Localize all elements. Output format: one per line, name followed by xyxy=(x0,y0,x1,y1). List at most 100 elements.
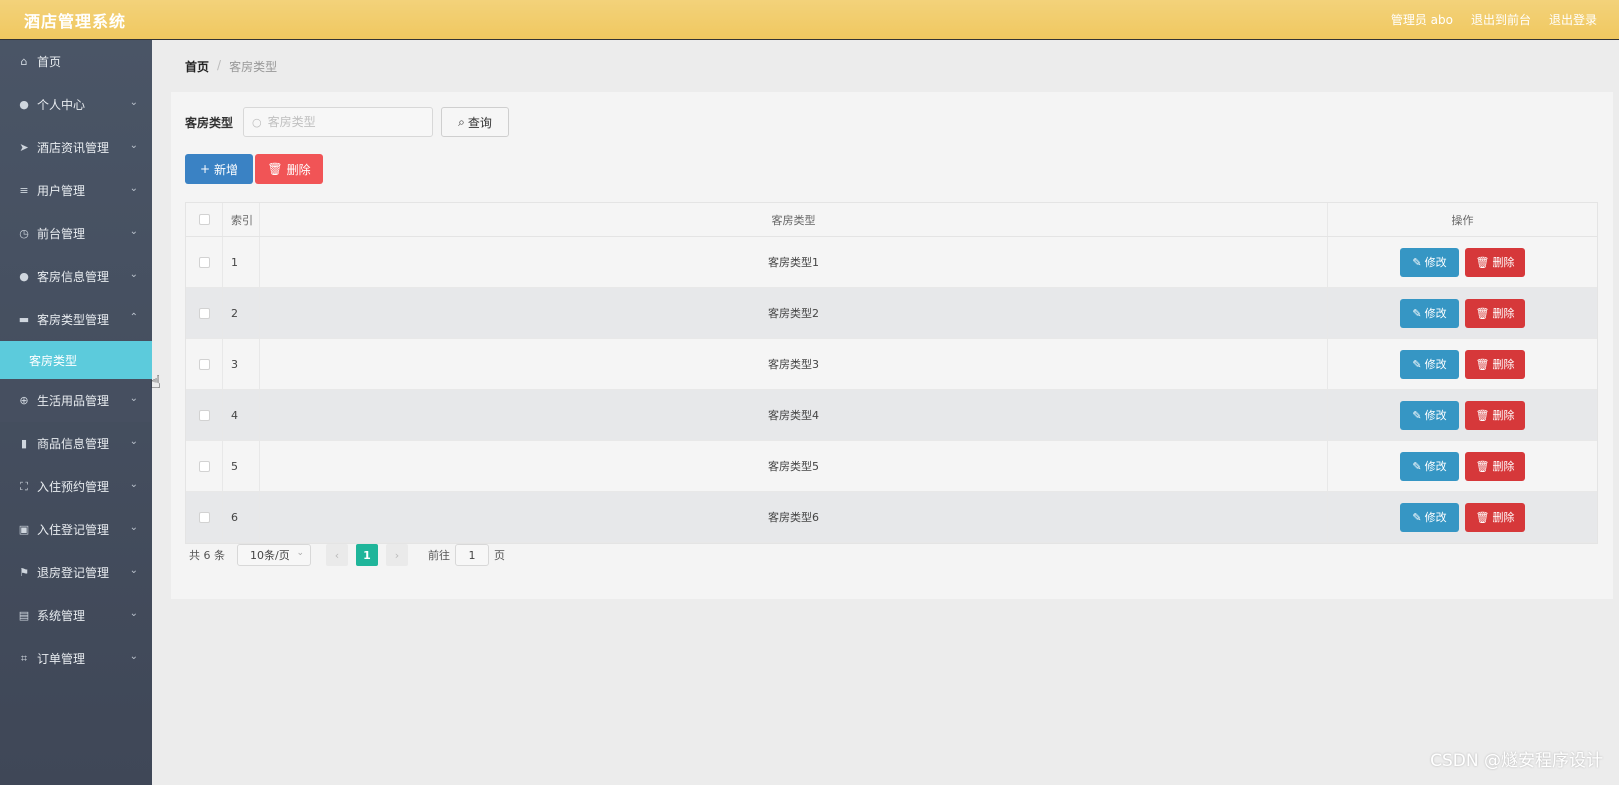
home-icon: ⌂ xyxy=(20,55,28,68)
chevron-down-icon: ⌄ xyxy=(129,565,138,576)
header-room-type: 客房类型 xyxy=(260,203,1328,236)
edit-icon: ✎ xyxy=(1412,408,1422,422)
sidebar-item-0[interactable]: ⌂ 首页 xyxy=(0,40,152,83)
select-all-cell xyxy=(186,203,223,236)
row-room-type: 客房类型5 xyxy=(260,441,1328,491)
sidebar-item-6[interactable]: ⌗ 订单管理 ⌄ xyxy=(0,637,152,680)
row-index: 5 xyxy=(223,441,260,491)
printer-icon: ▬ xyxy=(18,313,30,326)
sidebar-item-4[interactable]: ◷ 前台管理 ⌄ xyxy=(0,212,152,255)
chevron-down-icon: ⌄ xyxy=(129,608,138,619)
trash-icon: 🗑 xyxy=(1475,510,1490,524)
prev-page-button[interactable]: ‹ xyxy=(326,544,348,566)
pagination: 共 6 条 10条/页 ⌄ ‹ 1 › 前往 页 xyxy=(189,544,505,566)
breadcrumb-separator: / xyxy=(217,58,222,72)
breadcrumb: 首页 / 客房类型 xyxy=(185,58,277,75)
sidebar-item-label: 退房登记管理 xyxy=(37,566,110,580)
sidebar-item-6[interactable]: ▬ 客房类型管理 ⌃ xyxy=(0,298,152,341)
chevron-down-icon: ⌄ xyxy=(129,183,138,194)
sidebar-item-5[interactable]: ● 客房信息管理 ⌄ xyxy=(0,255,152,298)
edit-button[interactable]: ✎ 修改 xyxy=(1400,451,1459,481)
sidebar-item-label: 客房信息管理 xyxy=(37,270,110,284)
chevron-down-icon: ⌄ xyxy=(129,97,138,108)
row-checkbox[interactable] xyxy=(198,511,210,523)
hand-cursor-icon: ☝ xyxy=(150,372,161,393)
main-content: 首页 / 客房类型 客房类型 ○ ⌕ 查询 + 新增 🗑 删除 xyxy=(152,40,1619,785)
sidebar: ⌂ 首页 ● 个人中心 ⌄ ➤ 酒店资讯管理 ⌄ ≡ 用户管理 ⌄ ◷ 前台管理 ⌄ ● 客房信息管理 ⌄ ▬ 客房… xyxy=(0,40,152,785)
delete-button[interactable]: 🗑 删除 xyxy=(1465,298,1525,328)
row-checkbox[interactable] xyxy=(198,460,210,472)
query-button-label: 查询 xyxy=(467,115,492,130)
delete-button[interactable]: 🗑 删除 xyxy=(1465,247,1525,277)
sidebar-item-3[interactable]: ▣ 入住登记管理 ⌄ xyxy=(0,508,152,551)
chevron-down-icon: ⌄ xyxy=(129,140,138,151)
table-header: 索引 客房类型 操作 xyxy=(186,203,1597,237)
row-ops: ✎ 修改 🗑 删除 xyxy=(1328,237,1597,287)
delete-button[interactable]: 🗑 删除 xyxy=(1465,349,1525,379)
chevron-down-icon: ⌄ xyxy=(129,393,138,404)
goto-page: 前往 页 xyxy=(428,544,505,566)
chevron-down-icon: ⌄ xyxy=(296,548,304,558)
sidebar-item-label: 商品信息管理 xyxy=(37,437,110,451)
search-row: 客房类型 ○ ⌕ 查询 xyxy=(185,107,510,137)
row-ops: ✎ 修改 🗑 删除 xyxy=(1328,288,1597,338)
row-room-type: 客房类型2 xyxy=(260,288,1328,338)
add-button[interactable]: + 新增 xyxy=(185,154,253,184)
edit-button[interactable]: ✎ 修改 xyxy=(1400,400,1459,430)
sidebar-item-1[interactable]: ▮ 商品信息管理 ⌄ xyxy=(0,422,152,465)
batch-delete-button[interactable]: 🗑 删除 xyxy=(255,154,323,184)
sidebar-item-5[interactable]: ▤ 系统管理 ⌄ xyxy=(0,594,152,637)
row-checkbox[interactable] xyxy=(198,256,210,268)
row-ops: ✎ 修改 🗑 删除 xyxy=(1328,390,1597,440)
chevron-up-icon: ⌃ xyxy=(129,312,138,323)
admin-user-link[interactable]: 管理员 abo xyxy=(1391,11,1453,28)
add-button-label: 新增 xyxy=(214,162,239,177)
sidebar-item-2[interactable]: ➤ 酒店资讯管理 ⌄ xyxy=(0,126,152,169)
search-label: 客房类型 xyxy=(185,115,234,130)
delete-button[interactable]: 🗑 删除 xyxy=(1465,400,1525,430)
breadcrumb-home[interactable]: 首页 xyxy=(185,58,209,75)
row-room-type: 客房类型1 xyxy=(260,237,1328,287)
edit-icon: ✎ xyxy=(1412,357,1422,371)
sidebar-item-3[interactable]: ≡ 用户管理 ⌄ xyxy=(0,169,152,212)
edit-button-label: 修改 xyxy=(1424,358,1447,371)
row-ops: ✎ 修改 🗑 删除 xyxy=(1328,339,1597,389)
row-checkbox[interactable] xyxy=(198,409,210,421)
sliders-icon: ≡ xyxy=(19,184,29,197)
logout-link[interactable]: 退出登录 xyxy=(1549,11,1597,28)
delete-button-label: 删除 xyxy=(1492,358,1515,371)
sidebar-subitem-room-type[interactable]: 客房类型 xyxy=(0,341,152,379)
edit-button[interactable]: ✎ 修改 xyxy=(1400,298,1459,328)
front-desk-link[interactable]: 退出到前台 xyxy=(1471,11,1531,28)
edit-button-label: 修改 xyxy=(1424,307,1447,320)
top-bar: 酒店管理系统 管理员 abo 退出到前台 退出登录 xyxy=(0,0,1619,40)
goto-page-input[interactable] xyxy=(455,544,489,566)
edit-button[interactable]: ✎ 修改 xyxy=(1400,349,1459,379)
next-page-button[interactable]: › xyxy=(386,544,408,566)
search-input[interactable] xyxy=(267,115,418,129)
trash-icon: 🗑 xyxy=(267,162,283,176)
row-checkbox[interactable] xyxy=(198,307,210,319)
edit-button[interactable]: ✎ 修改 xyxy=(1400,502,1459,532)
row-checkbox[interactable] xyxy=(198,358,210,370)
delete-button-label: 删除 xyxy=(1492,409,1515,422)
sidebar-item-4[interactable]: ⚑ 退房登记管理 ⌄ xyxy=(0,551,152,594)
sidebar-item-0[interactable]: ⊕ 生活用品管理 ⌄ xyxy=(0,379,152,422)
search-field[interactable]: ○ xyxy=(243,107,434,137)
sidebar-item-label: 订单管理 xyxy=(37,652,86,666)
sidebar-item-label: 首页 xyxy=(37,55,62,69)
chevron-down-icon: ⌄ xyxy=(129,226,138,237)
sidebar-item-1[interactable]: ● 个人中心 ⌄ xyxy=(0,83,152,126)
sidebar-item-2[interactable]: ⛶ 入住预约管理 ⌄ xyxy=(0,465,152,508)
query-button[interactable]: ⌕ 查询 xyxy=(441,107,510,137)
briefcase-icon: ▣ xyxy=(18,523,30,536)
edit-button[interactable]: ✎ 修改 xyxy=(1400,247,1459,277)
page-1-button[interactable]: 1 xyxy=(356,544,378,566)
page-size-value: 10条/页 xyxy=(250,549,290,562)
select-all-checkbox[interactable] xyxy=(198,214,210,225)
delete-button[interactable]: 🗑 删除 xyxy=(1465,502,1525,532)
sidebar-item-label: 客房类型管理 xyxy=(37,313,110,327)
page-size-select[interactable]: 10条/页 ⌄ xyxy=(237,544,311,566)
chevron-down-icon: ⌄ xyxy=(129,651,138,662)
delete-button[interactable]: 🗑 删除 xyxy=(1465,451,1525,481)
